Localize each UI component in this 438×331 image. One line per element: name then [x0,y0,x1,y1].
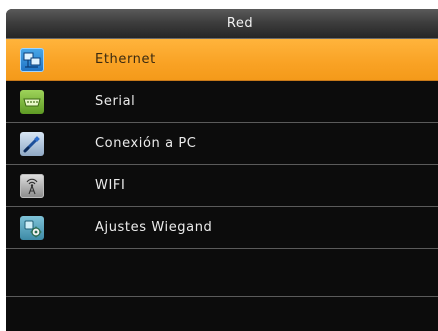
menu-item-serial[interactable]: Serial [6,81,438,123]
menu-item-wiegand-settings[interactable]: Ajustes Wiegand [6,207,438,249]
menu-item-ethernet[interactable]: Ethernet [6,39,438,81]
ethernet-network-icon [20,48,44,72]
network-menu: Ethernet Serial Conexión a PC WIFI Ajust… [6,39,438,297]
wiegand-settings-icon [20,216,44,240]
serial-port-icon [20,90,44,114]
menu-item-label: Ajustes Wiegand [95,220,213,235]
menu-item-wifi[interactable]: WIFI [6,165,438,207]
menu-item-label: Conexión a PC [95,136,197,151]
device-screen: Red Ethernet Serial Conexión a PC WIFI A… [6,9,438,331]
page-title: Red [226,16,254,31]
pc-connection-icon [20,132,44,156]
menu-item-pc-connection[interactable]: Conexión a PC [6,123,438,165]
menu-item-label: WIFI [95,178,126,193]
empty-row [6,249,438,297]
wifi-antenna-icon [20,174,44,198]
menu-item-label: Serial [95,94,136,109]
title-bar: Red [6,9,438,39]
menu-item-label: Ethernet [95,52,156,67]
